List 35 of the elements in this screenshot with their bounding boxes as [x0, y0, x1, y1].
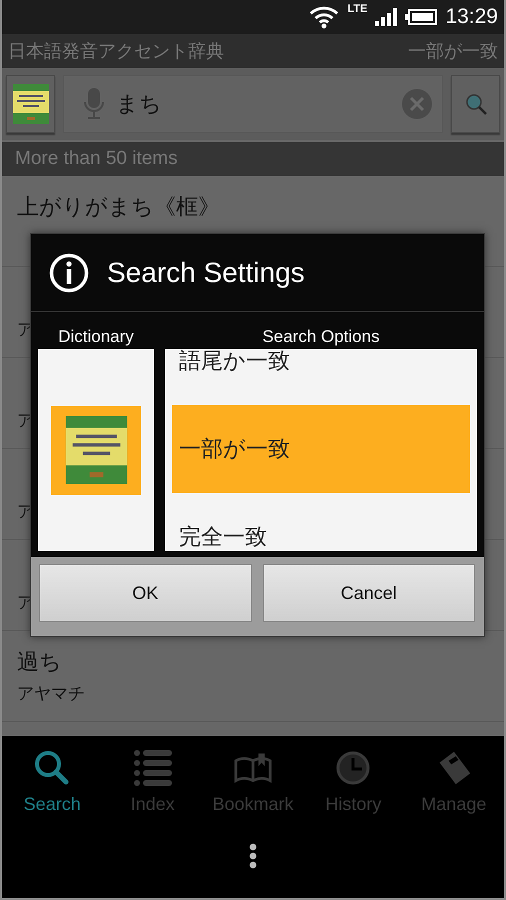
search-icon [33, 750, 72, 786]
book-cover-icon [12, 84, 48, 124]
nav-tab[interactable]: Bookmark [202, 750, 304, 815]
signal-icon [375, 8, 398, 26]
results-count: More than 50 items [15, 148, 178, 170]
nav-tab[interactable]: History [303, 750, 404, 815]
cancel-button[interactable]: Cancel [262, 564, 475, 622]
info-icon [49, 252, 89, 292]
wifi-icon [309, 5, 340, 29]
clock-icon [334, 750, 372, 786]
entry-title: 過ち [17, 649, 62, 677]
dictionary-item[interactable] [51, 406, 141, 494]
nav-tab[interactable]: Manage [404, 750, 504, 815]
nav-tab[interactable]: Index [102, 750, 203, 815]
entry-reading: アヤマチ [17, 682, 85, 704]
nav-tab[interactable]: Search [2, 750, 102, 815]
dictionary-button[interactable] [6, 75, 55, 133]
option-item[interactable]: 完全一致 [172, 493, 470, 551]
battery-icon [405, 9, 438, 25]
search-icon [464, 92, 488, 116]
clock: 13:29 [445, 5, 498, 29]
more-icon[interactable] [249, 843, 257, 869]
microphone-icon [84, 88, 104, 120]
network-type: LTE [347, 3, 368, 15]
search-field[interactable]: まち [63, 75, 443, 133]
entry-title: 上がりがまち《框》 [17, 194, 220, 222]
column-label: Dictionary [58, 326, 134, 348]
column-label: Search Options [262, 326, 380, 348]
ok-button[interactable]: OK [39, 564, 252, 622]
option-item[interactable]: 一部が一致 [172, 405, 470, 493]
search-input[interactable]: まち [116, 92, 390, 116]
option-item[interactable]: 語尾か一致 [172, 349, 470, 405]
list-icon [134, 750, 172, 786]
search-mode: 一部が一致 [408, 40, 498, 63]
app-title: 日本語発音アクセント辞典 [8, 40, 224, 63]
